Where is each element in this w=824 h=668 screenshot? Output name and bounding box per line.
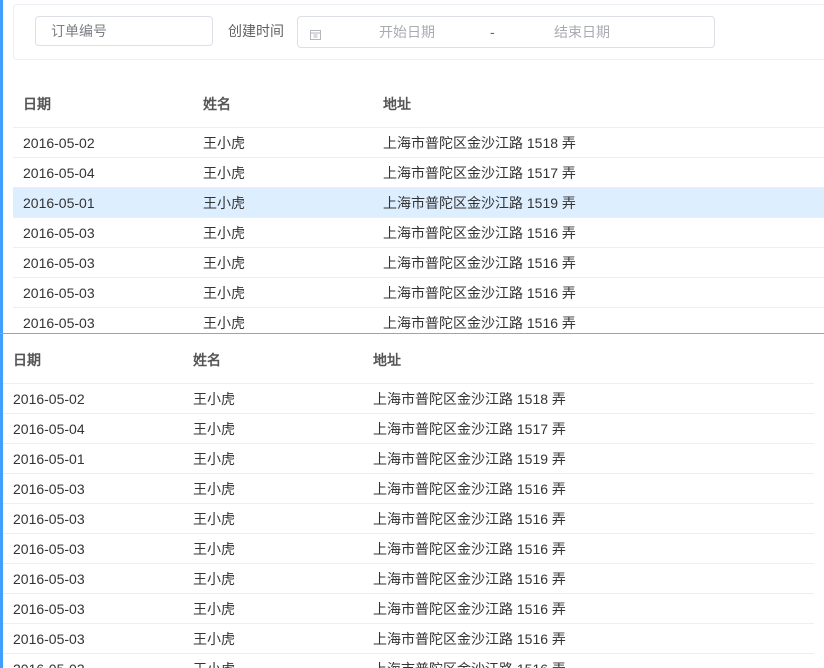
cell-address: 上海市普陀区金沙江路 1516 弄 — [363, 503, 814, 534]
cell-address: 上海市普陀区金沙江路 1516 弄 — [363, 533, 814, 564]
table-header-row: 日期 姓名 地址 — [13, 80, 824, 128]
cell-name: 王小虎 — [183, 593, 363, 624]
table-row[interactable]: 2016-05-03王小虎上海市普陀区金沙江路 1516 弄 — [3, 593, 814, 624]
table-row[interactable]: 2016-05-02 王小虎 上海市普陀区金沙江路 1518 弄 — [3, 383, 814, 414]
upper-panel: 创建时间 开始日期 - 结束日期 日期 姓名 地址 — [3, 0, 824, 333]
lower-panel: 日期 姓名 地址 2016-05-02 王小虎 上海市普陀区金沙江路 1518 弄2… — [3, 334, 824, 668]
cell-address: 上海市普陀区金沙江路 1516 弄 — [363, 623, 814, 654]
table-row[interactable]: 2016-05-03王小虎上海市普陀区金沙江路 1516 弄 — [13, 277, 824, 308]
cell-name: 王小虎 — [193, 157, 373, 188]
table-row[interactable]: 2016-05-03王小虎上海市普陀区金沙江路 1516 弄 — [3, 563, 814, 594]
column-header-address[interactable]: 地址 — [363, 336, 814, 384]
end-date-input[interactable]: 结束日期 — [554, 17, 610, 47]
table-row[interactable]: 2016-05-03王小虎上海市普陀区金沙江路 1516 弄 — [13, 247, 824, 278]
date-range-picker[interactable]: 开始日期 - 结束日期 — [297, 16, 715, 48]
cell-date: 2016-05-03 — [3, 653, 183, 668]
column-header-date[interactable]: 日期 — [3, 336, 183, 384]
cell-date: 2016-05-04 — [3, 413, 183, 444]
order-number-input[interactable] — [35, 16, 213, 46]
cell-name: 王小虎 — [193, 307, 373, 333]
cell-address: 上海市普陀区金沙江路 1517 弄 — [373, 157, 824, 188]
cell-name: 王小虎 — [193, 127, 373, 158]
cell-name: 王小虎 — [183, 413, 363, 444]
cell-date: 2016-05-03 — [13, 307, 193, 333]
cell-name: 王小虎 — [193, 187, 373, 218]
cell-name: 王小虎 — [183, 503, 363, 534]
cell-date: 2016-05-02 — [13, 127, 193, 158]
cell-address: 上海市普陀区金沙江路 1517 弄 — [363, 413, 814, 444]
column-header-date[interactable]: 日期 — [13, 80, 193, 128]
created-time-label: 创建时间 — [228, 23, 284, 39]
filter-bar: 创建时间 开始日期 - 结束日期 — [13, 4, 824, 60]
table-row[interactable]: 2016-05-04 王小虎 上海市普陀区金沙江路 1517 弄 — [13, 157, 824, 188]
table-row[interactable]: 2016-05-01 王小虎 上海市普陀区金沙江路 1519 弄 — [13, 187, 824, 218]
table-row[interactable]: 2016-05-03王小虎上海市普陀区金沙江路 1516 弄 — [3, 533, 814, 564]
table-row[interactable]: 2016-05-02 王小虎 上海市普陀区金沙江路 1518 弄 — [13, 127, 824, 158]
cell-address: 上海市普陀区金沙江路 1516 弄 — [373, 307, 824, 333]
calendar-icon — [310, 27, 321, 40]
cell-address: 上海市普陀区金沙江路 1516 弄 — [363, 473, 814, 504]
table-row[interactable]: 2016-05-03王小虎上海市普陀区金沙江路 1516 弄 — [3, 473, 814, 504]
cell-date: 2016-05-03 — [3, 533, 183, 564]
cell-address: 上海市普陀区金沙江路 1518 弄 — [363, 383, 814, 414]
table-row[interactable]: 2016-05-04 王小虎 上海市普陀区金沙江路 1517 弄 — [3, 413, 814, 444]
cell-date: 2016-05-03 — [13, 247, 193, 278]
cell-date: 2016-05-01 — [3, 443, 183, 474]
table-row[interactable]: 2016-05-03王小虎上海市普陀区金沙江路 1516 弄 — [3, 653, 814, 668]
cell-date: 2016-05-03 — [13, 217, 193, 248]
cell-name: 王小虎 — [193, 247, 373, 278]
column-header-name[interactable]: 姓名 — [193, 80, 373, 128]
cell-address: 上海市普陀区金沙江路 1516 弄 — [373, 247, 824, 278]
cell-name: 王小虎 — [183, 383, 363, 414]
cell-date: 2016-05-04 — [13, 157, 193, 188]
table-row[interactable]: 2016-05-03王小虎上海市普陀区金沙江路 1516 弄 — [13, 217, 824, 248]
lower-table-body: 2016-05-02 王小虎 上海市普陀区金沙江路 1518 弄 2016-05-04… — [3, 383, 814, 668]
cell-address: 上海市普陀区金沙江路 1519 弄 — [363, 443, 814, 474]
start-date-input[interactable]: 开始日期 — [379, 17, 435, 47]
table-header-row: 日期 姓名 地址 — [3, 336, 814, 384]
cell-address: 上海市普陀区金沙江路 1516 弄 — [363, 563, 814, 594]
cell-date: 2016-05-03 — [13, 277, 193, 308]
cell-date: 2016-05-02 — [3, 383, 183, 414]
cell-address: 上海市普陀区金沙江路 1516 弄 — [363, 653, 814, 668]
cell-name: 王小虎 — [183, 443, 363, 474]
cell-address: 上海市普陀区金沙江路 1516 弄 — [373, 277, 824, 308]
table-row[interactable]: 2016-05-03王小虎上海市普陀区金沙江路 1516 弄 — [3, 623, 814, 654]
cell-date: 2016-05-03 — [3, 593, 183, 624]
upper-table: 日期 姓名 地址 2016-05-02 王小虎 上海市普陀区金沙江路 1518 弄2… — [13, 80, 824, 333]
cell-name: 王小虎 — [183, 623, 363, 654]
cell-address: 上海市普陀区金沙江路 1518 弄 — [373, 127, 824, 158]
cell-date: 2016-05-01 — [13, 187, 193, 218]
cell-date: 2016-05-03 — [3, 473, 183, 504]
cell-address: 上海市普陀区金沙江路 1516 弄 — [373, 217, 824, 248]
cell-date: 2016-05-03 — [3, 503, 183, 534]
range-separator: - — [490, 24, 495, 40]
lower-table: 日期 姓名 地址 2016-05-02 王小虎 上海市普陀区金沙江路 1518 弄2… — [3, 336, 814, 668]
table-row[interactable]: 2016-05-03王小虎上海市普陀区金沙江路 1516 弄 — [3, 503, 814, 534]
upper-table-body: 2016-05-02 王小虎 上海市普陀区金沙江路 1518 弄 2016-05-04… — [13, 127, 824, 333]
cell-name: 王小虎 — [183, 473, 363, 504]
cell-address: 上海市普陀区金沙江路 1519 弄 — [373, 187, 824, 218]
cell-date: 2016-05-03 — [3, 563, 183, 594]
table-row[interactable]: 2016-05-03王小虎上海市普陀区金沙江路 1516 弄 — [13, 307, 824, 333]
cell-name: 王小虎 — [183, 533, 363, 564]
cell-address: 上海市普陀区金沙江路 1516 弄 — [363, 593, 814, 624]
cell-name: 王小虎 — [183, 653, 363, 668]
cell-name: 王小虎 — [193, 277, 373, 308]
cell-name: 王小虎 — [193, 217, 373, 248]
column-header-name[interactable]: 姓名 — [183, 336, 363, 384]
table-row[interactable]: 2016-05-01 王小虎 上海市普陀区金沙江路 1519 弄 — [3, 443, 814, 474]
column-header-address[interactable]: 地址 — [373, 80, 824, 128]
cell-name: 王小虎 — [183, 563, 363, 594]
cell-date: 2016-05-03 — [3, 623, 183, 654]
